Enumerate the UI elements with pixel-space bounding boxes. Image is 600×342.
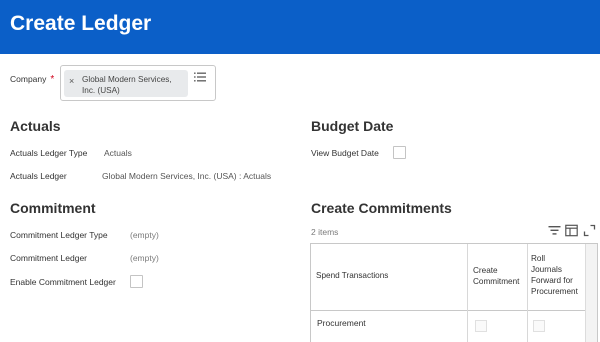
- column-header-spend-transactions[interactable]: Spend Transactions: [316, 270, 388, 281]
- commitment-section-title: Commitment: [10, 200, 96, 216]
- filter-icon[interactable]: [548, 224, 561, 237]
- company-chip[interactable]: × Global Modern Services, Inc. (USA): [64, 70, 188, 97]
- create-commitments-section-title: Create Commitments: [311, 200, 452, 216]
- enable-commitment-ledger-label: Enable Commitment Ledger: [10, 277, 116, 287]
- page-header: Create Ledger: [0, 0, 600, 54]
- row-spend-transaction: Procurement: [317, 318, 366, 328]
- column-header-roll-line3: Forward for: [531, 276, 573, 285]
- roll-forward-checkbox: [533, 320, 545, 332]
- actuals-ledger-value: Global Modern Services, Inc. (USA) : Act…: [102, 171, 272, 181]
- create-commitment-checkbox: [475, 320, 487, 332]
- company-label: Company *: [10, 74, 54, 85]
- budget-date-section-title: Budget Date: [311, 118, 394, 134]
- commitment-ledger-value: (empty): [130, 253, 159, 263]
- column-header-roll-line1: Roll: [531, 254, 546, 263]
- column-header-roll-line4: Procurement: [531, 287, 578, 296]
- column-header-roll-line2: Journals: [531, 265, 562, 274]
- commitment-ledger-label: Commitment Ledger: [10, 253, 88, 263]
- column-divider: [527, 244, 528, 342]
- create-commitments-grid: Spend Transactions Create Commitment Rol…: [310, 243, 598, 342]
- company-prompt-field[interactable]: × Global Modern Services, Inc. (USA): [60, 65, 216, 101]
- actuals-ledger-type-label: Actuals Ledger Type: [10, 148, 88, 158]
- column-header-roll-journals-forward[interactable]: Roll Journals Forward for Procurement: [531, 253, 578, 297]
- company-chip-text: Global Modern Services, Inc. (USA): [82, 75, 172, 95]
- actuals-ledger-type-value: Actuals: [104, 148, 132, 158]
- actuals-ledger-label: Actuals Ledger: [10, 171, 67, 181]
- expand-icon[interactable]: [583, 224, 596, 237]
- grid-scrollbar[interactable]: [585, 244, 597, 342]
- list-icon[interactable]: [194, 72, 206, 82]
- view-budget-date-checkbox[interactable]: [393, 146, 406, 159]
- commitment-ledger-type-label: Commitment Ledger Type: [10, 230, 108, 240]
- items-count: 2 items: [311, 227, 339, 237]
- column-header-create-line2: Commitment: [473, 277, 520, 286]
- required-marker: *: [50, 74, 55, 85]
- enable-commitment-ledger-checkbox[interactable]: [130, 275, 143, 288]
- column-header-create-commitment[interactable]: Create Commitment: [473, 265, 519, 287]
- company-label-text: Company: [10, 74, 47, 84]
- actuals-section-title: Actuals: [10, 118, 61, 134]
- remove-chip-icon[interactable]: ×: [69, 76, 74, 86]
- column-divider: [467, 244, 468, 342]
- commitment-ledger-type-value: (empty): [130, 230, 159, 240]
- view-budget-date-label: View Budget Date: [311, 148, 379, 158]
- column-header-create-line1: Create: [473, 266, 498, 275]
- page-title: Create Ledger: [10, 12, 152, 35]
- columns-icon[interactable]: [565, 224, 578, 237]
